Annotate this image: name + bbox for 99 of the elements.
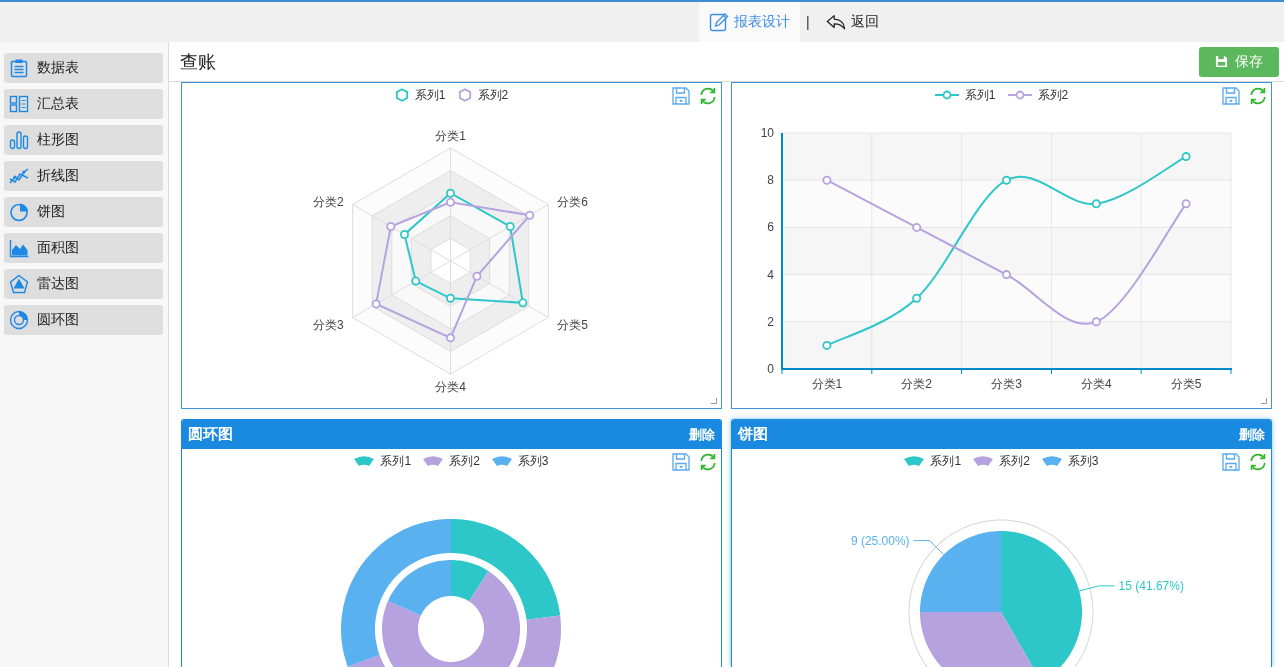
radar-point: [518, 298, 528, 308]
legend-sector-icon[interactable]: [1041, 456, 1062, 466]
save-icon[interactable]: [672, 86, 690, 105]
donut-chart-icon: [9, 310, 29, 330]
radar-point: [411, 276, 421, 286]
legend-line-icon[interactable]: [1007, 90, 1032, 100]
panel-title: 饼图: [738, 425, 768, 444]
axis-tick-label: 0: [767, 362, 774, 376]
separator: |: [806, 14, 810, 30]
axis-label: 分类5: [557, 317, 589, 332]
legend-label[interactable]: 系列2: [1037, 86, 1069, 104]
radar-point: [446, 293, 455, 303]
data-label: 15 (41.67%): [1118, 578, 1184, 593]
data-point: [822, 340, 832, 350]
axis-tick-label: 8: [767, 173, 774, 188]
save-icon[interactable]: [672, 452, 690, 471]
data-point: [1091, 199, 1101, 209]
axis-tick-label: 4: [767, 267, 774, 282]
area-chart-icon: [9, 238, 29, 258]
data-point: [1091, 317, 1101, 327]
radar-point: [446, 188, 455, 198]
axis-tick-label: 10: [760, 126, 774, 140]
columns-icon: [9, 94, 29, 114]
legend-line-icon[interactable]: [934, 90, 959, 100]
panel-title: 圆环图: [188, 425, 233, 444]
legend-label[interactable]: 系列1: [930, 452, 962, 470]
clipboard-icon: [9, 58, 29, 78]
legend-hexagon-icon[interactable]: [394, 88, 409, 102]
edit-icon: [709, 12, 729, 32]
back-button[interactable]: 返回: [815, 2, 889, 42]
refresh-icon[interactable]: [699, 452, 717, 471]
legend-sector-icon[interactable]: [354, 456, 375, 466]
radar-point: [525, 210, 535, 220]
data-point: [1002, 270, 1011, 280]
save-icon[interactable]: [1222, 86, 1240, 105]
radar-chart-icon: [9, 274, 29, 294]
sidebar-item[interactable]: 饼图: [4, 197, 163, 227]
legend-label[interactable]: 系列1: [380, 452, 412, 470]
axis-label: 分类1: [811, 377, 843, 391]
leader-line: [913, 540, 945, 556]
legend-label[interactable]: 系列3: [517, 452, 549, 470]
axis-label: 分类4: [435, 380, 466, 394]
data-point: [912, 293, 922, 303]
save-icon: [1215, 55, 1228, 68]
legend-label[interactable]: 系列3: [1067, 452, 1099, 470]
legend-label[interactable]: 系列2: [449, 452, 480, 470]
radar-point: [446, 197, 455, 207]
save-icon[interactable]: [1222, 452, 1240, 471]
sidebar-item[interactable]: 数据表: [4, 53, 163, 83]
axis-label: 分类4: [1080, 377, 1112, 391]
radar-point: [386, 222, 396, 232]
legend-label[interactable]: 系列1: [414, 86, 446, 104]
data-point: [1181, 152, 1191, 162]
axis-label: 分类1: [435, 129, 466, 143]
sidebar-item[interactable]: 圆环图: [4, 305, 163, 335]
resize-handle-icon[interactable]: [711, 398, 717, 404]
data-point: [912, 222, 922, 232]
leader-line: [1078, 585, 1116, 592]
legend-sector-icon[interactable]: [904, 456, 925, 466]
page-title: 查账: [180, 50, 216, 74]
legend-sector-icon[interactable]: [491, 456, 512, 466]
radar-point: [446, 333, 455, 343]
refresh-icon[interactable]: [1249, 86, 1267, 105]
refresh-icon[interactable]: [699, 86, 717, 105]
back-arrow-icon: [825, 12, 846, 32]
sidebar-item[interactable]: 雷达图: [4, 269, 163, 299]
data-point: [1002, 175, 1011, 185]
legend-sector-icon[interactable]: [423, 456, 444, 466]
axis-label: 分类2: [312, 194, 344, 209]
sidebar-item[interactable]: 折线图: [4, 161, 163, 191]
refresh-icon[interactable]: [1249, 452, 1267, 471]
radar-point: [400, 229, 409, 239]
delete-button[interactable]: 删除: [1239, 425, 1265, 444]
bar-chart-icon: [9, 130, 29, 150]
axis-label: 分类2: [901, 377, 933, 391]
legend-label[interactable]: 系列2: [477, 86, 509, 104]
radar-point: [505, 222, 515, 232]
axis-tick-label: 2: [767, 314, 774, 329]
axis-label: 分类6: [557, 194, 589, 209]
delete-button[interactable]: 删除: [689, 425, 715, 444]
axis-label: 分类3: [312, 317, 344, 332]
data-point: [822, 175, 832, 185]
legend-label[interactable]: 系列1: [964, 86, 996, 104]
radar-point: [371, 299, 381, 309]
radar-point: [472, 271, 482, 281]
sidebar-item[interactable]: 汇总表: [4, 89, 163, 119]
axis-tick-label: 6: [767, 220, 774, 235]
axis-label: 分类5: [1170, 377, 1202, 391]
sidebar-item[interactable]: 柱形图: [4, 125, 163, 155]
data-point: [1181, 199, 1191, 209]
line-chart-icon: [9, 166, 29, 186]
data-label: 9 (25.00%): [850, 533, 910, 548]
sidebar-item[interactable]: 面积图: [4, 233, 163, 263]
pie-chart-icon: [9, 202, 29, 222]
legend-hexagon-icon[interactable]: [457, 88, 472, 102]
legend-label[interactable]: 系列2: [999, 452, 1030, 470]
resize-handle-icon[interactable]: [1261, 398, 1267, 404]
axis-label: 分类3: [991, 377, 1022, 391]
legend-sector-icon[interactable]: [973, 456, 994, 466]
